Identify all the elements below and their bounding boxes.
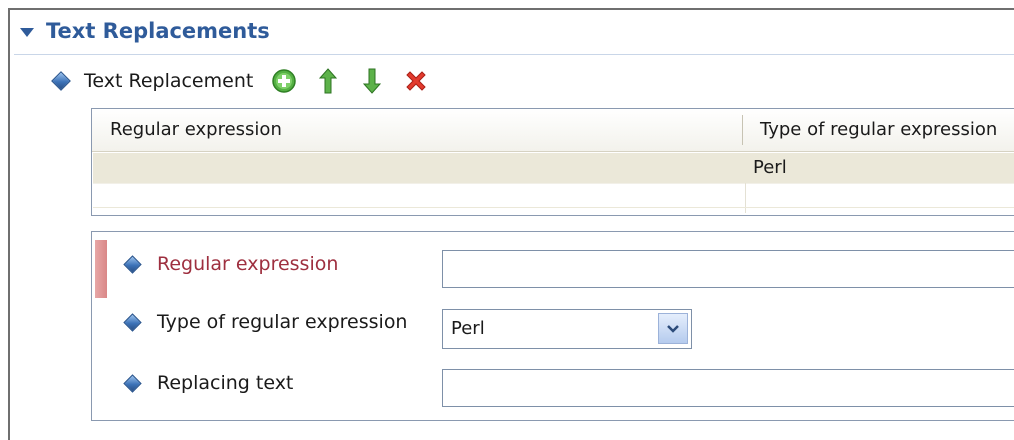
type-select[interactable]: Perl bbox=[442, 309, 692, 349]
column-divider bbox=[745, 183, 746, 213]
regex-label: Regular expression bbox=[157, 253, 339, 275]
section-header[interactable]: Text Replacements bbox=[20, 16, 270, 46]
section-separator bbox=[14, 54, 1014, 55]
text-replacement-toolbar: Text Replacement bbox=[51, 64, 445, 98]
move-up-button[interactable] bbox=[313, 66, 343, 96]
replacing-field-row: Replacing text bbox=[123, 363, 294, 403]
regex-field-row: Regular expression bbox=[123, 244, 339, 284]
move-up-icon bbox=[319, 68, 338, 94]
table-cell-type: Perl bbox=[753, 157, 787, 178]
collapse-triangle-icon[interactable] bbox=[20, 27, 34, 37]
move-down-icon bbox=[363, 68, 382, 94]
details-panel: Regular expression Type of regular expre… bbox=[91, 231, 1014, 421]
diamond-icon bbox=[123, 254, 142, 274]
chevron-down-icon bbox=[667, 324, 679, 333]
table-row[interactable] bbox=[93, 207, 1014, 208]
dropdown-button[interactable] bbox=[658, 313, 688, 344]
regex-input[interactable] bbox=[442, 250, 1014, 288]
section-title: Text Replacements bbox=[46, 19, 270, 43]
row-divider bbox=[93, 183, 1014, 184]
type-field-row: Type of regular expression bbox=[123, 302, 408, 342]
add-button[interactable] bbox=[269, 66, 299, 96]
table-header: Regular expression Type of regular expre… bbox=[92, 109, 1014, 152]
table-row[interactable]: Perl bbox=[93, 153, 1014, 183]
diamond-icon bbox=[123, 373, 142, 393]
type-label: Type of regular expression bbox=[157, 311, 408, 333]
diamond-icon bbox=[123, 312, 142, 332]
move-down-button[interactable] bbox=[357, 66, 387, 96]
required-marker bbox=[95, 240, 107, 298]
column-header-regex[interactable]: Regular expression bbox=[110, 119, 282, 140]
replacing-input[interactable] bbox=[442, 369, 1014, 407]
type-select-value: Perl bbox=[451, 318, 485, 339]
delete-icon bbox=[406, 71, 427, 91]
replacing-label: Replacing text bbox=[157, 372, 294, 394]
diamond-icon bbox=[51, 71, 71, 91]
add-icon bbox=[272, 69, 297, 93]
column-divider[interactable] bbox=[742, 115, 743, 145]
text-replacement-label: Text Replacement bbox=[84, 70, 254, 92]
column-header-type[interactable]: Type of regular expression bbox=[760, 119, 997, 140]
delete-button[interactable] bbox=[401, 66, 431, 96]
replacements-table: Regular expression Type of regular expre… bbox=[91, 108, 1014, 216]
